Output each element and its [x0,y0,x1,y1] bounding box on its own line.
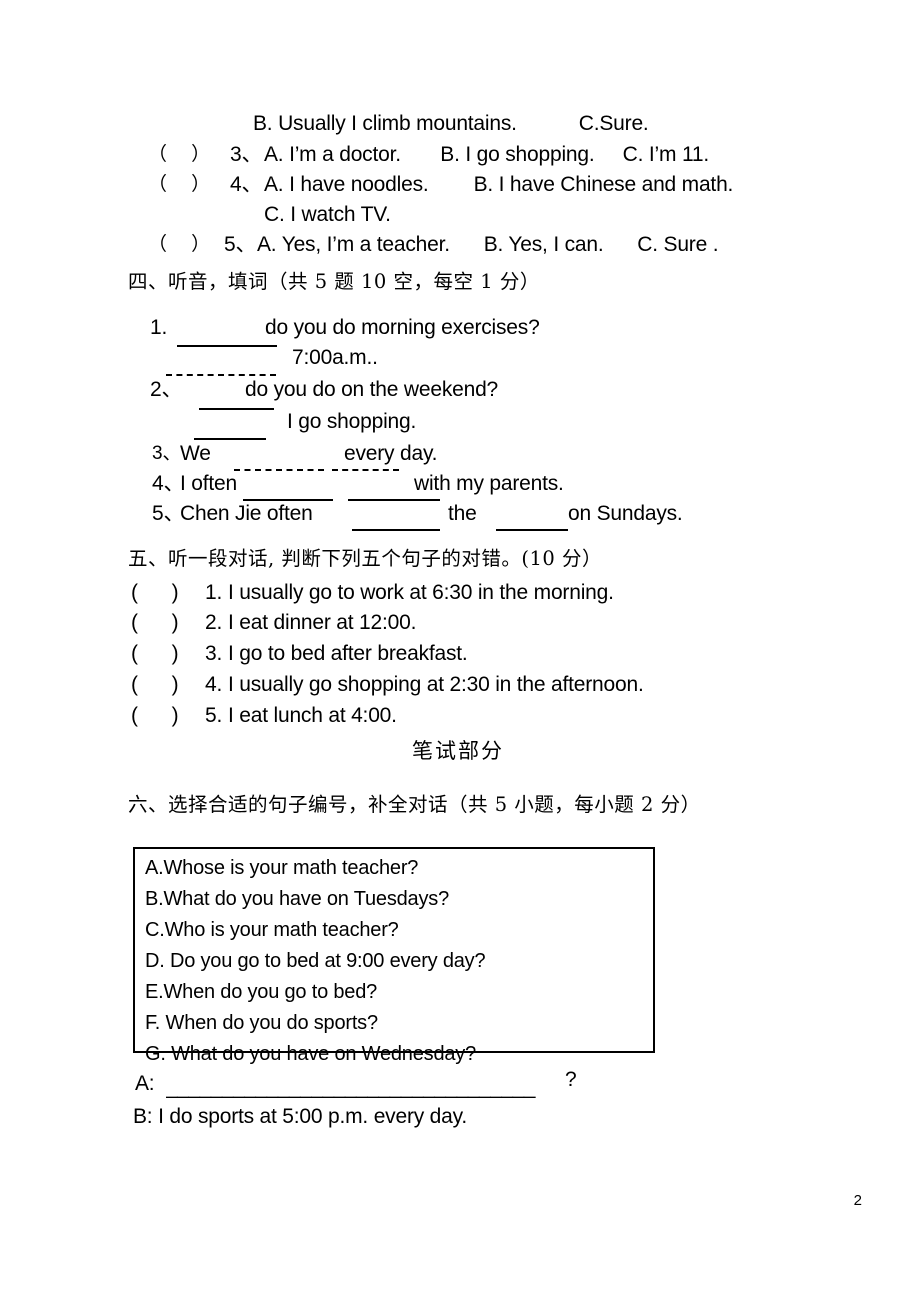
exam-page: B. Usually I climb mountains. C.Sure. （ … [0,0,920,1302]
dialogue-b-line: B: I do sports at 5:00 p.m. every day. [133,1105,468,1128]
answer-paren-q4[interactable]: （ ） [148,175,210,194]
question-number-q5: 5、 [224,233,257,256]
answer-paren-5-1[interactable]: ( ) [131,582,179,603]
section-four-item-1-text-a: do you do morning exercises? [265,316,540,339]
section-five-item-5-number: 5. [205,704,223,727]
section-five-item-4-text: I usually go shopping at 2:30 in the aft… [228,673,644,696]
answer-blank-4-1-b[interactable] [166,374,276,376]
section-four-item-4-text-b: with my parents. [414,472,564,495]
choice-line-q2-b: B. Usually I climb mountains. C.Sure. [253,112,649,135]
answer-paren-q3[interactable]: （ ） [148,145,210,164]
answer-paren-q5[interactable]: （ ） [148,235,210,254]
option-item-d[interactable]: D. Do you go to bed at 9:00 every day? [145,950,486,973]
section-six-heading: 六、选择合适的句子编号，补全对话（共 5 小题，每小题 2 分） [128,793,701,816]
option-item-b[interactable]: B.What do you have on Tuesdays? [145,888,449,911]
answer-blank-4-1-a[interactable] [177,345,277,347]
section-five-item-2-number: 2. [205,611,223,634]
section-five-item-3-number: 3. [205,642,223,665]
section-five-heading: 五、听一段对话, 判断下列五个句子的对错。(10 分） [128,547,603,570]
answer-blank-4-2-a[interactable] [199,408,274,410]
dialogue-a-label: A: [135,1072,155,1095]
option-item-f[interactable]: F. When do you do sports? [145,1012,378,1035]
written-part-title: 笔试部分 [412,739,504,763]
answer-blank-4-5-a[interactable] [352,529,440,531]
question-number-q3: 3、 [230,143,263,166]
choice-line-q3: A. I’m a doctor. B. I go shopping. C. I’… [264,143,709,166]
answer-blank-4-3-a[interactable] [234,469,324,471]
option-item-g[interactable]: G. What do you have on Wednesday? [145,1043,476,1066]
section-four-item-5-text-b: the [448,502,477,525]
section-four-item-3-number: 3、 [152,443,182,464]
choice-line-q4: A. I have noodles. B. I have Chinese and… [264,173,734,196]
section-four-heading: 四、听音，填词（共 5 题 10 空，每空 1 分） [128,270,540,293]
answer-paren-5-2[interactable]: ( ) [131,612,179,633]
dialogue-a-question-mark: ? [565,1068,577,1091]
section-four-item-1-text-b: 7:00a.m.. [292,346,378,369]
question-number-q4: 4、 [230,173,263,196]
option-item-c[interactable]: C.Who is your math teacher? [145,919,399,942]
option-item-e[interactable]: E.When do you go to bed? [145,981,377,1004]
section-five-item-5-text: I eat lunch at 4:00. [228,704,397,727]
choice-line-q5: A. Yes, I’m a teacher. B. Yes, I can. C.… [257,233,719,256]
answer-blank-4-4-a[interactable] [243,499,333,501]
section-four-item-1-number: 1. [150,316,168,339]
section-four-item-5-text-a: Chen Jie often [180,502,313,525]
answer-paren-5-5[interactable]: ( ) [131,705,179,726]
answer-paren-5-3[interactable]: ( ) [131,643,179,664]
answer-paren-5-4[interactable]: ( ) [131,674,179,695]
section-five-item-2-text: I eat dinner at 12:00. [228,611,417,634]
section-four-item-2-number: 2、 [150,378,183,401]
section-four-item-3-text-a: We [180,442,211,465]
section-five-item-1-text: I usually go to work at 6:30 in the morn… [228,581,614,604]
section-four-item-4-text-a: I often [180,472,237,495]
option-item-a[interactable]: A.Whose is your math teacher? [145,857,418,880]
section-five-item-4-number: 4. [205,673,223,696]
section-five-item-1-number: 1. [205,581,223,604]
answer-blank-4-5-b[interactable] [496,529,568,531]
section-five-item-3-text: I go to bed after breakfast. [228,642,468,665]
answer-blank-4-2-b[interactable] [194,438,266,440]
section-four-item-5-text-c: on Sundays. [568,502,683,525]
section-four-item-2-text-b: I go shopping. [287,410,417,433]
answer-blank-4-3-b[interactable] [332,469,399,471]
dialogue-a-answer-blank[interactable]: _________________________________ [166,1076,562,1100]
section-four-item-2-text-a: do you do on the weekend? [245,378,499,401]
choice-line-q4-c: C. I watch TV. [264,203,391,226]
page-number: 2 [853,1192,862,1209]
section-four-item-3-text-b: every day. [344,442,438,465]
answer-blank-4-4-b[interactable] [348,499,440,501]
